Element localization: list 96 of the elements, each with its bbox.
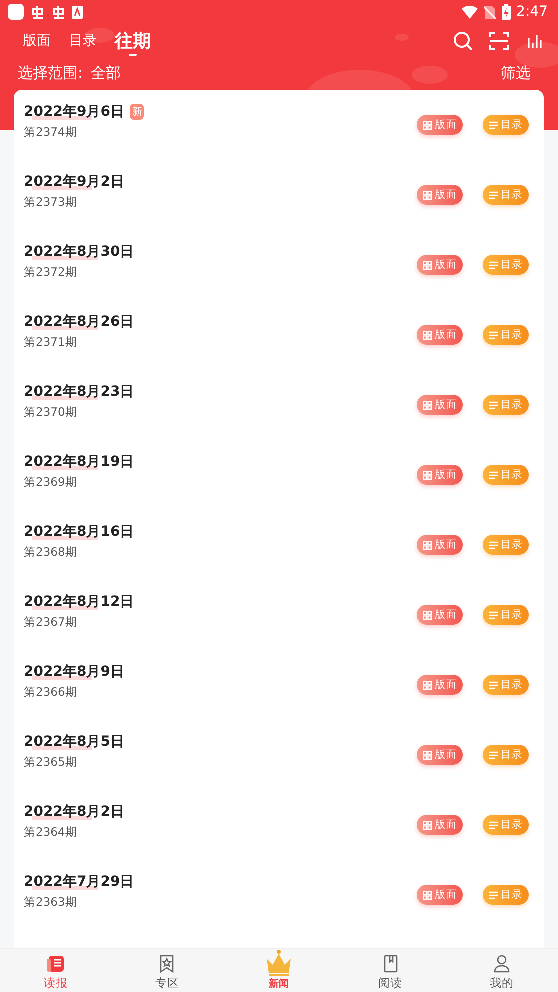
contents-button[interactable]: 目录 <box>483 465 529 485</box>
issue-date: 2022年8月12日 <box>24 592 134 610</box>
layout-button[interactable]: 版面 <box>417 535 463 555</box>
scan-icon[interactable] <box>488 30 510 52</box>
list-icon <box>489 330 498 340</box>
grid-icon <box>423 190 432 200</box>
layout-button[interactable]: 版面 <box>417 675 463 695</box>
notification-icon <box>72 6 83 18</box>
no-sim-icon <box>484 4 496 20</box>
issue-number: 第2364期 <box>24 824 78 840</box>
contents-button[interactable]: 目录 <box>483 885 529 905</box>
issue-number: 第2363期 <box>24 894 78 910</box>
list-icon <box>489 470 498 480</box>
new-badge: 新 <box>130 104 144 120</box>
newspaper-icon <box>46 954 66 974</box>
list-icon <box>489 260 498 270</box>
issue-date: 2022年8月5日 <box>24 732 124 750</box>
user-icon <box>492 954 512 974</box>
issue-number: 第2373期 <box>24 194 78 210</box>
list-icon <box>489 750 498 760</box>
layout-button[interactable]: 版面 <box>417 745 463 765</box>
contents-button[interactable]: 目录 <box>483 255 529 275</box>
issue-date: 2022年8月16日 <box>24 522 134 540</box>
grid-icon <box>423 120 432 130</box>
layout-button[interactable]: 版面 <box>417 465 463 485</box>
contents-button[interactable]: 目录 <box>483 815 529 835</box>
nav-tab[interactable]: 专区 <box>112 949 224 992</box>
layout-button[interactable]: 版面 <box>417 815 463 835</box>
grid-icon <box>423 820 432 830</box>
filter-link[interactable]: 筛选 <box>501 64 531 82</box>
contents-button[interactable]: 目录 <box>483 395 529 415</box>
issue-date: 2022年9月2日 <box>24 172 124 190</box>
range-label: 选择范围: <box>18 64 84 82</box>
list-icon <box>489 540 498 550</box>
grid-icon <box>423 540 432 550</box>
issue-number: 第2369期 <box>24 474 78 490</box>
list-icon <box>489 400 498 410</box>
notification-icon <box>51 4 66 20</box>
layout-button[interactable]: 版面 <box>417 325 463 345</box>
issue-number: 第2372期 <box>24 264 78 280</box>
issue-date: 2022年8月26日 <box>24 312 134 330</box>
tab[interactable]: 目录 <box>60 24 106 58</box>
list-icon <box>489 680 498 690</box>
wifi-icon <box>462 6 478 18</box>
issue-date: 2022年8月30日 <box>24 242 134 260</box>
contents-button[interactable]: 目录 <box>483 675 529 695</box>
contents-button[interactable]: 目录 <box>483 535 529 555</box>
grid-icon <box>423 610 432 620</box>
issue-number: 第2371期 <box>24 334 78 350</box>
issue-date: 2022年7月29日 <box>24 872 134 890</box>
list-icon <box>489 890 498 900</box>
issue-number: 第2365期 <box>24 754 78 770</box>
layout-button[interactable]: 版面 <box>417 395 463 415</box>
tab[interactable]: 版面 <box>14 24 60 58</box>
app-icon <box>8 4 24 20</box>
layout-button[interactable]: 版面 <box>417 885 463 905</box>
list-icon <box>489 820 498 830</box>
grid-icon <box>423 330 432 340</box>
grid-icon <box>423 680 432 690</box>
issue-date: 2022年9月6日 <box>24 102 124 120</box>
list-icon <box>489 120 498 130</box>
search-icon[interactable] <box>452 30 474 52</box>
issue-number: 第2370期 <box>24 404 78 420</box>
list-icon <box>489 610 498 620</box>
range-value[interactable]: 全部 <box>91 64 122 82</box>
issue-number: 第2368期 <box>24 544 78 560</box>
status-time: 2:47 <box>516 4 548 20</box>
contents-button[interactable]: 目录 <box>483 745 529 765</box>
grid-icon <box>423 890 432 900</box>
nav-tab[interactable]: 读报 <box>0 949 112 992</box>
grid-icon <box>423 750 432 760</box>
nav-tab[interactable]: 新闻 <box>223 949 335 992</box>
contents-button[interactable]: 目录 <box>483 605 529 625</box>
layout-button[interactable]: 版面 <box>417 605 463 625</box>
issue-number: 第2367期 <box>24 614 78 630</box>
contents-button[interactable]: 目录 <box>483 185 529 205</box>
issue-date: 2022年8月2日 <box>24 802 124 820</box>
issue-date: 2022年8月9日 <box>24 662 124 680</box>
notification-icon <box>30 4 45 20</box>
grid-icon <box>423 400 432 410</box>
grid-icon <box>423 470 432 480</box>
layout-button[interactable]: 版面 <box>417 255 463 275</box>
nav-tab[interactable]: 阅读 <box>334 949 446 992</box>
issue-number: 第2366期 <box>24 684 78 700</box>
list-icon <box>489 190 498 200</box>
issue-date: 2022年8月23日 <box>24 382 134 400</box>
nav-tab[interactable]: 我的 <box>446 949 558 992</box>
tab[interactable]: 往期 <box>106 24 160 58</box>
contents-button[interactable]: 目录 <box>483 115 529 135</box>
grid-icon <box>423 260 432 270</box>
issue-number: 第2374期 <box>24 124 78 140</box>
issue-date: 2022年8月19日 <box>24 452 134 470</box>
layout-button[interactable]: 版面 <box>417 115 463 135</box>
battery-icon <box>502 4 511 20</box>
contents-button[interactable]: 目录 <box>483 325 529 345</box>
layout-button[interactable]: 版面 <box>417 185 463 205</box>
